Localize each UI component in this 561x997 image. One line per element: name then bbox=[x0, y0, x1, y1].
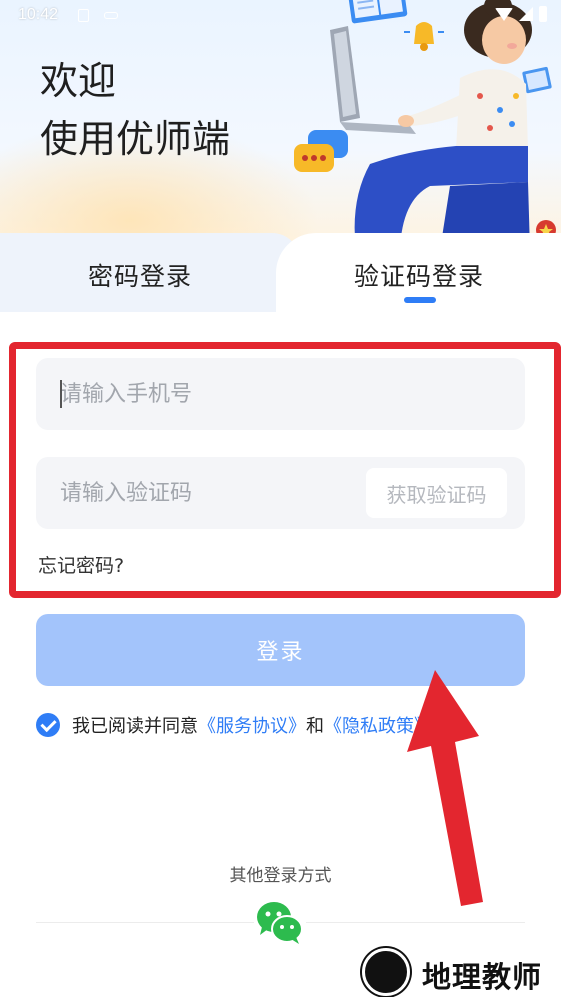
watermark: 地理教师 bbox=[356, 946, 561, 997]
agreement-prefix: 我已阅读并同意 bbox=[72, 716, 198, 737]
chat-bubble-icon bbox=[294, 130, 348, 172]
welcome-line-1: 欢迎 bbox=[40, 59, 117, 103]
hero-banner: 10:42 欢迎 使用优师端 bbox=[0, 0, 561, 250]
welcome-title: 欢迎 使用优师端 bbox=[40, 52, 230, 168]
login-tabs: 密码登录 验证码登录 bbox=[0, 233, 561, 313]
agreement-checkbox[interactable] bbox=[36, 713, 60, 737]
welcome-line-2: 使用优师端 bbox=[40, 117, 231, 161]
wechat-login-button[interactable] bbox=[254, 899, 306, 947]
watermark-text: 地理教师 bbox=[422, 960, 543, 994]
globe-logo-icon bbox=[362, 948, 410, 996]
notification-a-icon bbox=[78, 9, 89, 22]
status-bar: 10:42 bbox=[0, 0, 561, 32]
service-agreement-link[interactable]: 《服务协议》 bbox=[198, 712, 306, 738]
battery-icon bbox=[539, 6, 547, 22]
signal-icon bbox=[519, 7, 533, 21]
wechat-icon bbox=[257, 902, 303, 944]
agreement-row: 我已阅读并同意 《服务协议》 和 《隐私政策》 bbox=[36, 709, 432, 741]
tab-password-login[interactable]: 密码登录 bbox=[88, 257, 192, 293]
tab-code-login[interactable]: 验证码登录 bbox=[354, 257, 484, 293]
tab-active-indicator bbox=[404, 297, 436, 303]
notification-b-icon bbox=[104, 12, 118, 19]
other-login-title: 其他登录方式 bbox=[229, 866, 332, 886]
status-time: 10:42 bbox=[18, 6, 59, 23]
status-indicators bbox=[495, 6, 547, 22]
agreement-and: 和 bbox=[306, 716, 324, 737]
annotation-highlight-box bbox=[9, 342, 561, 598]
book-small-icon bbox=[522, 66, 552, 94]
teacher-illustration bbox=[294, 0, 556, 250]
wifi-icon bbox=[495, 7, 513, 21]
